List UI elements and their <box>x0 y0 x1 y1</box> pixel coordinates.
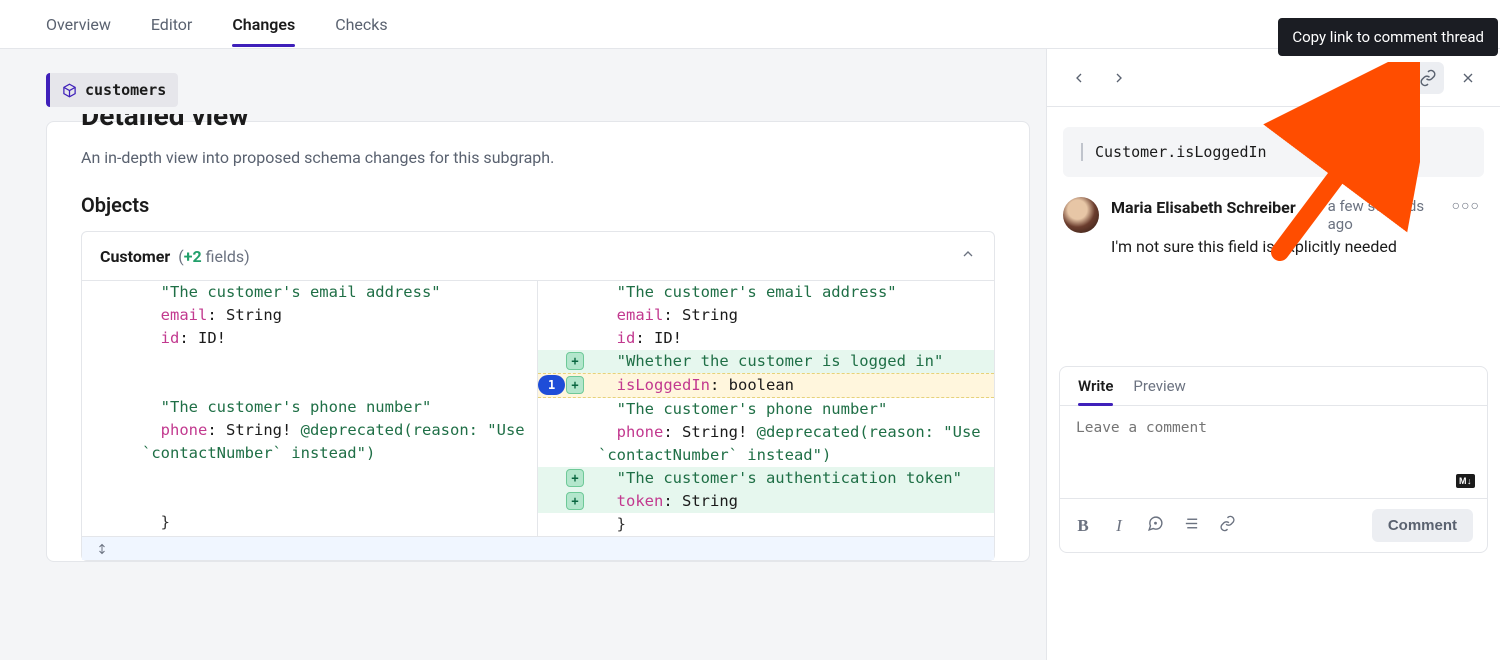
comment-panel: Customer.isLoggedIn Maria Elisabeth Schr… <box>1046 49 1500 660</box>
bold-button[interactable]: B <box>1074 516 1092 536</box>
plus-icon: + <box>566 469 584 487</box>
composer-tab-preview[interactable]: Preview <box>1133 377 1185 405</box>
tab-changes[interactable]: Changes <box>232 3 295 46</box>
comment-body: I'm not sure this field is explicitly ne… <box>1111 237 1484 256</box>
diff-line[interactable] <box>82 350 537 373</box>
chevron-up-icon <box>960 246 976 266</box>
copy-link-button[interactable] <box>1412 62 1444 94</box>
link-toolbar-button[interactable] <box>1218 515 1236 536</box>
diff-line[interactable]: } <box>538 513 994 536</box>
diff-line[interactable]: } <box>82 511 537 534</box>
list-icon <box>1183 515 1200 532</box>
avatar <box>1063 197 1099 233</box>
diff-line[interactable]: email: String <box>82 304 537 327</box>
next-button[interactable] <box>1103 62 1135 94</box>
close-button[interactable] <box>1452 62 1484 94</box>
composer-toolbar: B I Comment <box>1060 498 1487 552</box>
diff-line[interactable]: id: ID! <box>82 327 537 350</box>
subgraph-badge[interactable]: customers <box>46 73 178 107</box>
italic-button[interactable]: I <box>1110 516 1128 536</box>
submit-comment-button[interactable]: Comment <box>1372 509 1473 542</box>
diff-line[interactable]: phone: String! @deprecated(reason: "Use … <box>538 421 994 467</box>
copy-link-tooltip: Copy link to comment thread <box>1278 18 1498 56</box>
comment-item: Maria Elisabeth Schreiber a few seconds … <box>1047 177 1500 256</box>
chevron-right-icon <box>1111 70 1127 86</box>
object-header[interactable]: Customer (+2 fields) <box>82 232 994 280</box>
mention-button[interactable] <box>1146 515 1164 536</box>
page-description: An in-depth view into proposed schema ch… <box>47 132 1029 167</box>
comment-composer: Write Preview M↓ B I Comment <box>1059 366 1488 553</box>
diff-line[interactable] <box>82 373 537 396</box>
main-panel: customers Detailed view An in-depth view… <box>0 49 1046 660</box>
expand-icon <box>96 542 108 556</box>
diff-line[interactable]: + "Whether the customer is logged in" <box>538 350 994 373</box>
diff-line[interactable] <box>82 465 537 488</box>
composer-tab-write[interactable]: Write <box>1078 377 1113 405</box>
mention-icon <box>1147 515 1164 532</box>
diff-view: "The customer's email address" email: St… <box>82 280 994 560</box>
objects-heading: Objects <box>47 167 1029 231</box>
tab-checks[interactable]: Checks <box>335 3 387 46</box>
comment-time: a few seconds ago <box>1328 197 1438 233</box>
workspace: customers Detailed view An in-depth view… <box>0 49 1500 660</box>
object-field-delta: (+2 fields) <box>178 247 249 266</box>
diff-line[interactable]: + token: String <box>538 490 994 513</box>
comment-menu-button[interactable]: ○○○ <box>1448 197 1484 214</box>
object-card: Customer (+2 fields) "The customer's ema… <box>81 231 995 561</box>
comment-author: Maria Elisabeth Schreiber <box>1111 197 1296 219</box>
top-tabs: Overview Editor Changes Checks <box>0 0 1500 49</box>
comment-count-badge[interactable]: 1 <box>538 375 565 395</box>
diff-left-column: "The customer's email address" email: St… <box>82 281 538 536</box>
object-name: Customer <box>100 247 170 266</box>
composer-tabs: Write Preview <box>1060 367 1487 406</box>
link-icon <box>1419 69 1437 87</box>
diff-right-column: "The customer's email address" email: St… <box>538 281 994 536</box>
prev-button[interactable] <box>1063 62 1095 94</box>
markdown-badge-icon: M↓ <box>1456 474 1475 488</box>
diff-line[interactable]: "The customer's email address" <box>538 281 994 304</box>
plus-icon: + <box>566 376 584 394</box>
subgraph-name: customers <box>85 81 166 99</box>
comment-context: Customer.isLoggedIn <box>1063 127 1484 177</box>
code-icon <box>1378 69 1398 87</box>
link-icon <box>1219 515 1236 532</box>
plus-icon: + <box>566 492 584 510</box>
diff-line[interactable]: id: ID! <box>538 327 994 350</box>
diff-line[interactable]: +1 isLoggedIn: boolean <box>538 373 994 398</box>
cube-icon <box>62 83 77 98</box>
composer-area: M↓ <box>1060 406 1487 498</box>
code-button[interactable] <box>1372 62 1404 94</box>
comment-panel-header <box>1047 49 1500 107</box>
diff-line[interactable]: "The customer's email address" <box>82 281 537 304</box>
chevron-left-icon <box>1071 70 1087 86</box>
comment-input[interactable] <box>1076 420 1471 480</box>
list-button[interactable] <box>1182 515 1200 536</box>
diff-line[interactable] <box>82 488 537 511</box>
diff-line[interactable]: + "The customer's authentication token" <box>538 467 994 490</box>
page-heading-partial: Detailed view <box>47 114 1029 132</box>
diff-line[interactable]: "The customer's phone number" <box>538 398 994 421</box>
expand-diff-bar[interactable] <box>82 536 994 560</box>
plus-icon: + <box>566 352 584 370</box>
diff-line[interactable]: email: String <box>538 304 994 327</box>
close-icon <box>1460 70 1476 86</box>
tab-editor[interactable]: Editor <box>151 3 192 46</box>
content-card: Detailed view An in-depth view into prop… <box>46 121 1030 562</box>
diff-line[interactable]: "The customer's phone number" <box>82 396 537 419</box>
tab-overview[interactable]: Overview <box>46 3 111 46</box>
context-code: Customer.isLoggedIn <box>1095 143 1267 161</box>
diff-line[interactable]: phone: String! @deprecated(reason: "Use … <box>82 419 537 465</box>
